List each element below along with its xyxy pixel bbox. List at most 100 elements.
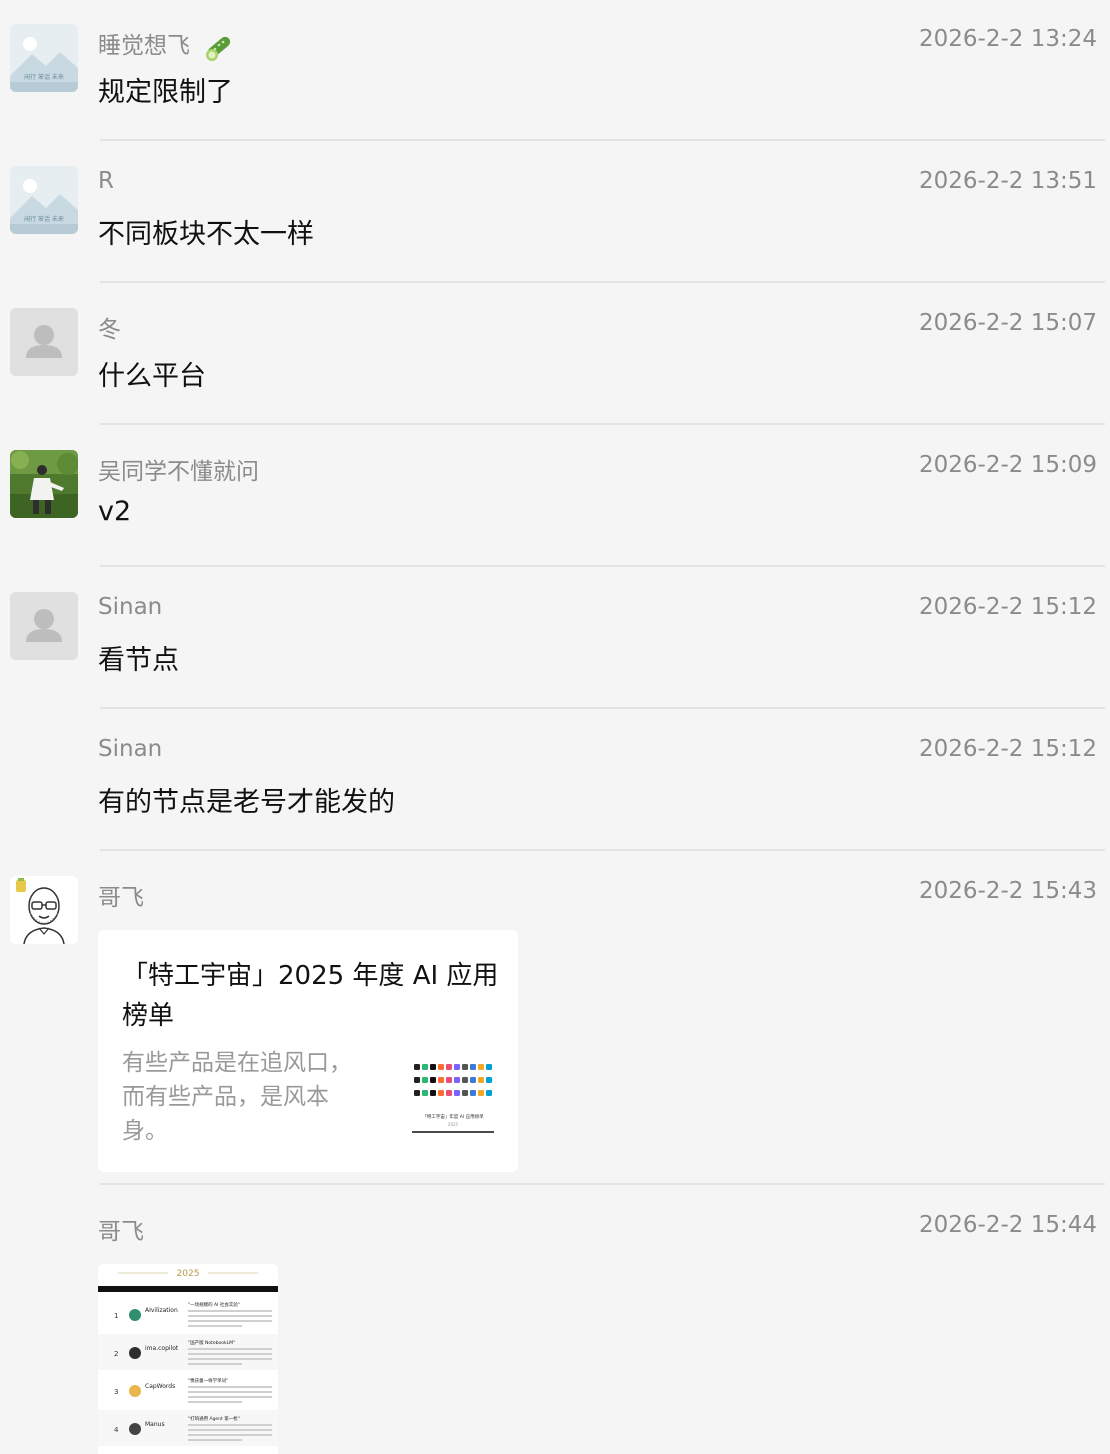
message-time: 2026-2-2 13:51	[919, 168, 1097, 194]
thumbnail-app-icon	[446, 1064, 452, 1070]
image-message[interactable]: 2025 1 AIvilization "一场规模的 AI 社会实验" 2 ima.co…	[98, 1264, 278, 1454]
sender-name[interactable]: 冬	[98, 310, 121, 344]
ranking-description-line	[188, 1325, 242, 1327]
thumbnail-app-icon	[414, 1077, 420, 1083]
sender-name[interactable]: 吴同学不懂就问	[98, 452, 259, 486]
thumbnail-app-icon	[470, 1090, 476, 1096]
thumbnail-app-icon	[446, 1090, 452, 1096]
ranking-description-line	[188, 1391, 272, 1393]
message-divider	[100, 423, 1105, 425]
link-card-thumbnail: 「特工宇宙」年度 AI 应用榜单 2025	[412, 1058, 494, 1138]
message-divider	[100, 849, 1105, 851]
ranking-description-line	[188, 1439, 242, 1441]
avatar[interactable]	[10, 308, 78, 376]
message-text[interactable]: 看节点	[98, 638, 179, 677]
thumbnail-app-icon	[430, 1090, 436, 1096]
message-text[interactable]: v2	[98, 496, 131, 527]
thumbnail-app-icon	[470, 1064, 476, 1070]
chat-message: 哥飞 2026-2-2 15:43 「特工宇宙」2025 年度 AI 应用榜单 …	[0, 852, 1110, 1185]
landscape-placeholder-icon: 闲行 笨话 未来	[10, 24, 78, 92]
ranking-image: 2025 1 AIvilization "一场规模的 AI 社会实验" 2 ima.co…	[98, 1264, 278, 1454]
link-card[interactable]: 「特工宇宙」2025 年度 AI 应用榜单 有些产品是在追风口，而有些产品，是风…	[98, 930, 518, 1172]
thumbnail-app-icon	[422, 1064, 428, 1070]
thumbnail-caption: 「特工宇宙」年度 AI 应用榜单	[422, 1113, 484, 1120]
chat-message: Sinan 2026-2-2 15:12 看节点	[0, 568, 1110, 709]
ranking-app-name: AIvilization	[145, 1307, 178, 1314]
message-text[interactable]: 什么平台	[98, 354, 206, 393]
chat-message: 闲行 笨话 未来 R 2026-2-2 13:51 不同板块不太一样	[0, 142, 1110, 283]
thumbnail-app-icon	[438, 1090, 444, 1096]
message-text[interactable]: 规定限制了	[98, 70, 233, 109]
avatar[interactable]: 闲行 笨话 未来	[10, 166, 78, 234]
message-text[interactable]: 有的节点是老号才能发的	[98, 780, 395, 819]
ranking-quote: "打响通用 Agent 第一枪"	[188, 1415, 240, 1422]
landscape-placeholder-icon: 闲行 笨话 未来	[10, 166, 78, 234]
thumbnail-app-icon	[414, 1090, 420, 1096]
sender-name[interactable]: Sinan	[98, 594, 162, 620]
thumbnail-app-icon	[462, 1064, 468, 1070]
ranking-rank: 4	[114, 1426, 119, 1434]
avatar[interactable]	[10, 876, 78, 944]
cartoon-bald-man-icon	[10, 876, 78, 944]
thumbnail-year: 2025	[448, 1122, 459, 1127]
thumbnail-app-icon	[462, 1077, 468, 1083]
ranking-app-icon	[129, 1309, 141, 1321]
link-card-description: 有些产品是在追风口，而有些产品，是风本身。	[122, 1050, 352, 1144]
thumbnail-app-icon	[438, 1064, 444, 1070]
thumbnail-app-icon	[470, 1077, 476, 1083]
thumbnail-app-icon	[430, 1064, 436, 1070]
thumbnail-app-icon	[486, 1077, 492, 1083]
ranking-description-line	[188, 1386, 272, 1388]
thumbnail-app-icon	[454, 1077, 460, 1083]
thumbnail-app-icon	[446, 1077, 452, 1083]
ranking-description-line	[188, 1310, 272, 1312]
chat-message: 冬 2026-2-2 15:07 什么平台	[0, 284, 1110, 425]
thumbnail-app-icon	[454, 1090, 460, 1096]
chat-message: 吴同学不懂就问 2026-2-2 15:09 v2	[0, 426, 1110, 567]
ranking-rank: 3	[114, 1388, 118, 1396]
sender-name[interactable]: 哥飞	[98, 1212, 144, 1246]
thumbnail-app-icon	[478, 1064, 484, 1070]
message-divider	[100, 1183, 1105, 1185]
thumbnail-app-icon	[478, 1090, 484, 1096]
ranking-year: 2025	[177, 1269, 200, 1279]
message-time: 2026-2-2 15:44	[919, 1212, 1097, 1238]
ranking-description-line	[188, 1358, 272, 1360]
ranking-description-line	[188, 1315, 272, 1317]
thumbnail-app-icon	[414, 1064, 420, 1070]
ranking-app-icon	[129, 1347, 141, 1359]
avatar[interactable]	[10, 450, 78, 518]
thumbnail-app-icon	[486, 1064, 492, 1070]
thumbnail-app-icon	[486, 1090, 492, 1096]
message-divider	[100, 707, 1105, 709]
ranking-description-line	[188, 1348, 272, 1350]
chat-message-list[interactable]: 闲行 笨话 未来 睡觉想飞 2026-2-2 13:24 规定限制了 闲行 笨话…	[0, 0, 1110, 1454]
message-time: 2026-2-2 13:24	[919, 26, 1097, 52]
sender-name[interactable]: 哥飞	[98, 878, 144, 912]
ranking-description-line	[188, 1396, 272, 1398]
ranking-rank: 2	[114, 1350, 118, 1358]
ranking-app-name: ima.copilot	[145, 1345, 179, 1352]
sender-name-text: 睡觉想飞	[98, 33, 190, 59]
message-time: 2026-2-2 15:09	[919, 452, 1097, 478]
link-card-title: 「特工宇宙」2025 年度 AI 应用榜单	[122, 961, 499, 1031]
ranking-app-icon	[129, 1423, 141, 1435]
ranking-description-line	[188, 1320, 272, 1322]
thumbnail-app-icon	[438, 1077, 444, 1083]
sender-name[interactable]: R	[98, 168, 114, 194]
sender-name[interactable]: 睡觉想飞	[98, 26, 235, 63]
message-text[interactable]: 不同板块不太一样	[98, 212, 314, 251]
avatar[interactable]	[10, 592, 78, 660]
cucumber-icon	[206, 36, 231, 61]
thumbnail-app-icon	[430, 1077, 436, 1083]
ranking-description-line	[188, 1363, 242, 1365]
ranking-description-line	[188, 1401, 242, 1403]
message-divider	[100, 565, 1105, 567]
ranking-app-name: Manus	[145, 1421, 165, 1428]
sender-name[interactable]: Sinan	[98, 736, 162, 762]
message-time: 2026-2-2 15:12	[919, 736, 1097, 762]
ranking-description-line	[188, 1353, 272, 1355]
avatar[interactable]: 闲行 笨话 未来	[10, 24, 78, 92]
thumbnail-app-icon	[422, 1090, 428, 1096]
chat-message: 闲行 笨话 未来 睡觉想飞 2026-2-2 13:24 规定限制了	[0, 0, 1110, 141]
